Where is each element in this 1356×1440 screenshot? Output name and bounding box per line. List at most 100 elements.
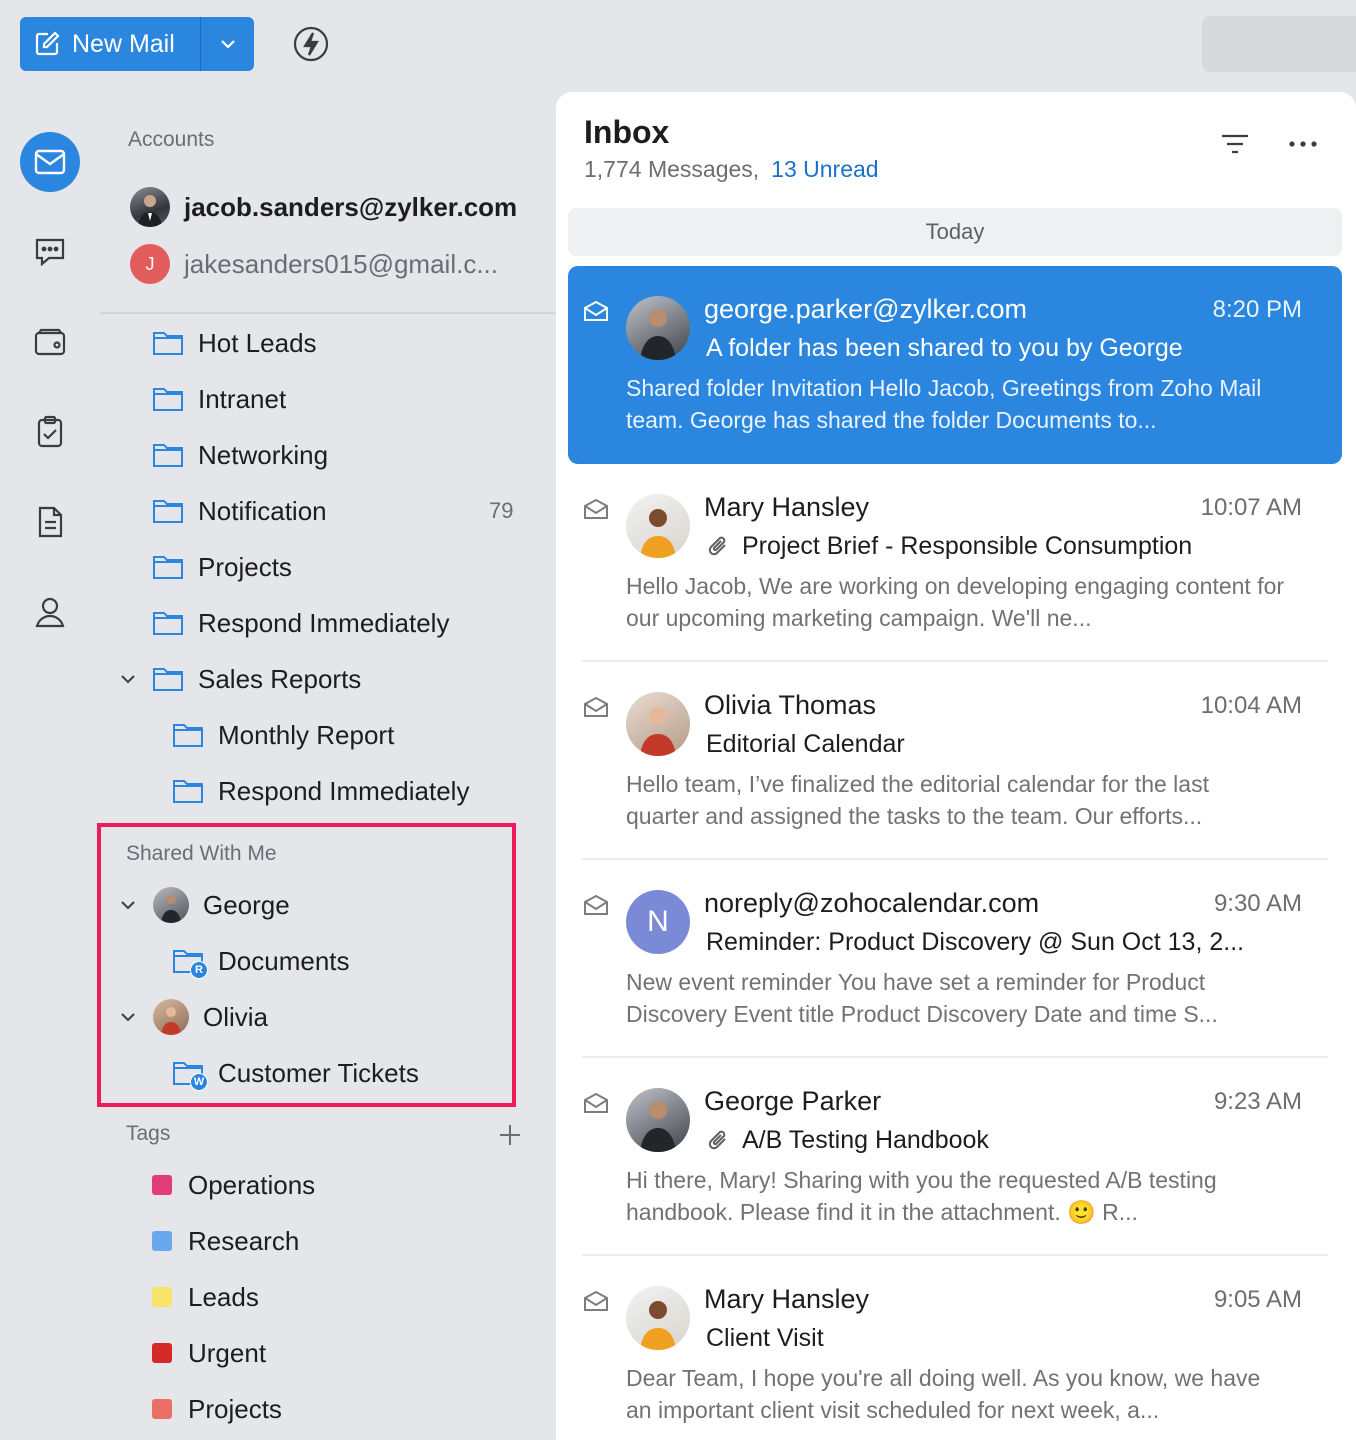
mail-item[interactable]: N noreply@zohocalendar.com 9:30 AM Remin… [568,860,1342,1058]
rail-wallet[interactable] [20,312,80,372]
chat-icon [35,238,65,267]
permission-badge: R [190,961,208,979]
folder-item[interactable]: Hot Leads [152,323,317,363]
folder-label: Projects [198,551,292,582]
tags-heading: Tags [126,1122,171,1145]
shared-with-me-heading: Shared With Me [126,842,277,865]
mail-subject: A/B Testing Handbook [706,1126,989,1155]
mail-subject-text: Reminder: Product Discovery @ Sun Oct 13… [706,928,1245,956]
folder-item[interactable]: Intranet [152,379,286,419]
folder-label: Hot Leads [198,327,317,358]
folder-icon [173,724,203,747]
mail-item[interactable]: Mary Hansley 10:07 AM Project Brief - Re… [568,464,1342,662]
more-horizontal-icon [1289,141,1317,147]
sender-avatar [626,1286,690,1350]
contacts-icon [35,597,65,628]
tag-label: Urgent [188,1337,267,1368]
folder-item[interactable]: Networking [152,435,328,475]
tag-item[interactable]: Operations [152,1165,315,1205]
mail-time: 8:20 PM [1212,296,1302,323]
sender-avatar: N [626,890,690,954]
chevron-down-icon[interactable] [118,1007,138,1027]
add-tag-icon[interactable] [498,1123,522,1147]
mail-subject: Reminder: Product Discovery @ Sun Oct 13… [706,928,1244,957]
lightning-bolt-icon [293,26,329,62]
mail-sender: noreply@zohocalendar.com [704,888,1040,918]
mail-item[interactable]: george.parker@zylker.com 8:20 PM A folde… [568,266,1342,464]
folder-label: Monthly Report [218,719,395,750]
more-options-button[interactable] [1285,128,1321,160]
quick-actions-button[interactable] [293,26,329,62]
tag-item[interactable]: Urgent [152,1333,266,1373]
mail-item[interactable]: Olivia Thomas 10:04 AM Editorial Calenda… [568,662,1342,860]
unread-count: 79 [489,498,514,523]
rail-chat[interactable] [20,222,80,282]
rail-mail[interactable] [20,132,80,192]
chevron-down-icon[interactable] [118,895,138,915]
chevron-down-icon[interactable] [118,669,138,689]
account-item-secondary[interactable]: J jakesanders015@gmail.c... [130,244,498,284]
mail-item[interactable]: Mary Hansley 9:05 AM Client Visit Dear T… [568,1256,1342,1440]
folder-item[interactable]: Respond Immediately [152,603,449,643]
mail-time: 9:30 AM [1213,890,1302,917]
mail-subject-text: Project Brief - Responsible Consumption [742,532,1193,560]
mail-sender: George Parker [704,1086,882,1116]
folder-item[interactable]: Notification 79 [152,491,532,531]
rail-tasks[interactable] [20,402,80,462]
account-item-primary[interactable]: jacob.sanders@zylker.com [130,187,517,227]
envelope-open-icon [584,1092,608,1113]
shared-owner-george[interactable]: George [153,885,290,925]
tag-item[interactable]: Research [152,1221,299,1261]
folder-label: Notification [198,495,327,526]
mail-subject: A folder has been shared to you by Georg… [706,334,1183,363]
envelope-open-icon [584,300,608,321]
mail-time: 9:05 AM [1213,1286,1302,1313]
search-area[interactable] [1202,16,1356,72]
wallet-icon [34,328,66,356]
sidebar-divider [100,312,556,314]
attachment-icon [708,536,726,555]
folder-icon [153,388,183,411]
folder-item[interactable]: Respond Immediately [172,771,469,811]
new-mail-dropdown-button[interactable] [201,17,254,71]
mail-subject-text: A folder has been shared to you by Georg… [706,334,1183,362]
folder-label: Sales Reports [198,663,362,694]
tag-item[interactable]: Projects [152,1389,282,1429]
tag-color-swatch [152,1343,172,1363]
folder-icon [153,612,183,635]
tasks-icon [37,415,63,448]
folder-item[interactable]: Sales Reports [152,659,361,699]
mail-item[interactable]: George Parker 9:23 AM A/B Testing Handbo… [568,1058,1342,1256]
shared-owner-olivia[interactable]: Olivia [153,997,268,1037]
folder-icon [153,500,183,523]
account-avatar [130,187,170,227]
folder-label: Customer Tickets [218,1057,419,1088]
new-mail-button[interactable]: New Mail [20,17,201,71]
folder-item[interactable]: Projects [152,547,292,587]
sender-avatar [626,1088,690,1152]
compose-icon [35,31,60,56]
owner-name: George [203,889,290,920]
folder-icon [153,668,183,691]
mail-subject: Project Brief - Responsible Consumption [706,532,1192,561]
mail-sender: george.parker@zylker.com [704,294,1028,324]
filter-button[interactable] [1217,128,1253,160]
mail-sender: Mary Hansley [704,1284,870,1314]
envelope-open-icon [584,498,608,519]
chevron-down-icon [220,40,235,49]
mail-icon [34,149,66,175]
mail-subject-text: Client Visit [706,1324,824,1352]
rail-contacts[interactable] [20,582,80,642]
folder-item[interactable]: Monthly Report [172,715,394,755]
new-mail-button-group: New Mail [20,17,254,71]
message-count: 1,774 Messages, [584,156,760,182]
folder-label: Respond Immediately [218,775,470,806]
unread-filter-link[interactable]: 13 Unread [771,156,878,182]
folder-label: Intranet [198,383,287,414]
shared-folder-documents[interactable]: R Documents [172,941,350,981]
tag-color-swatch [152,1175,172,1195]
rail-notes[interactable] [20,492,80,552]
sender-avatar [626,494,690,558]
shared-folder-customer-tickets[interactable]: W Customer Tickets [172,1053,419,1093]
tag-item[interactable]: Leads [152,1277,259,1317]
